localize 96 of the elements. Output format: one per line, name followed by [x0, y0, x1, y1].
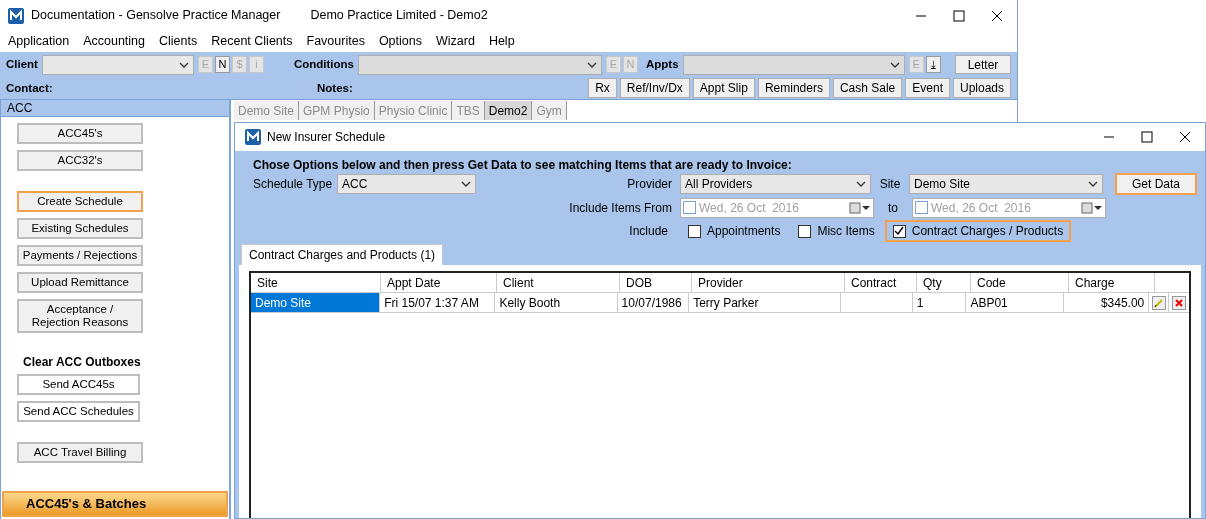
column-header[interactable]: Charge: [1069, 273, 1155, 292]
dropdown-caret-icon: [889, 61, 900, 68]
checkbox[interactable]: [892, 224, 906, 238]
column-header[interactable]: Client: [497, 273, 620, 292]
table-cell: Kelly Booth: [495, 293, 618, 312]
column-header[interactable]: DOB: [620, 273, 692, 292]
toolbar-button[interactable]: Event: [905, 78, 950, 99]
menu-item[interactable]: Clients: [159, 32, 198, 51]
sidebar-button[interactable]: ACC45's: [17, 123, 143, 144]
maximize-icon[interactable]: [953, 9, 965, 22]
dropdown-field[interactable]: ACC: [337, 174, 476, 194]
column-header[interactable]: Code: [971, 273, 1069, 292]
panel-footer-button[interactable]: ACC45's & Batches: [2, 491, 228, 517]
tab[interactable]: Contract Charges and Products (1): [241, 244, 444, 265]
dropdown-caret-icon: [461, 181, 471, 187]
sidebar-button[interactable]: Payments / Rejections: [17, 245, 143, 266]
column-header[interactable]: Site: [251, 273, 381, 292]
section-heading: Clear ACC Outboxes: [22, 354, 141, 371]
sidebar-button[interactable]: Send ACC45s: [17, 374, 140, 395]
conditions-label: Conditions: [293, 57, 354, 73]
dropdown-caret-icon: [856, 181, 866, 187]
checkbox[interactable]: [683, 201, 696, 214]
sidebar-button[interactable]: ACC Travel Billing: [17, 442, 143, 463]
sidebar-button[interactable]: Existing Schedules: [17, 218, 143, 239]
notes-label: Notes:: [317, 80, 353, 96]
close-icon[interactable]: [1179, 131, 1191, 143]
delete-icon[interactable]: [1172, 295, 1187, 310]
client-label: Client: [6, 57, 38, 73]
app-logo-icon: [245, 129, 261, 145]
small-button[interactable]: ⤓: [925, 56, 941, 74]
letter-button[interactable]: Letter: [955, 55, 1011, 75]
column-header[interactable]: Qty: [917, 273, 971, 292]
field-label: Site: [878, 176, 902, 193]
include-checkbox[interactable]: Contract Charges / Products: [884, 220, 1072, 242]
window-title: Documentation - Gensolve Practice Manager: [31, 7, 281, 25]
include-checkbox[interactable]: Misc Items: [790, 220, 883, 242]
site-tab[interactable]: Demo2: [484, 101, 533, 120]
dropdown-caret-icon: [178, 61, 189, 68]
toolbar-button[interactable]: Rx: [588, 78, 617, 99]
field-label: to: [887, 199, 899, 217]
table-cell: Demo Site: [251, 293, 381, 312]
dropdown-caret-icon: [587, 61, 597, 68]
checkbox[interactable]: [688, 224, 701, 238]
menu-item[interactable]: Recent Clients: [211, 32, 293, 51]
calendar-icon[interactable]: [849, 201, 871, 214]
table-cell: 1: [912, 293, 967, 312]
dropdown-field[interactable]: Demo Site: [909, 174, 1103, 194]
menu-item[interactable]: Help: [488, 32, 515, 51]
maximize-icon[interactable]: [1141, 131, 1153, 143]
sidebar-button[interactable]: Create Schedule: [17, 191, 143, 212]
small-button[interactable]: N: [214, 56, 230, 74]
table-cell: 10/07/1986: [617, 293, 690, 312]
practice-title: Demo Practice Limited - Demo2: [310, 7, 488, 25]
checkbox[interactable]: [798, 224, 812, 238]
menu-item[interactable]: Options: [378, 32, 422, 51]
field-label: Include: [628, 223, 669, 240]
menu-item[interactable]: Favourites: [306, 32, 365, 51]
column-header[interactable]: Provider: [692, 273, 845, 292]
calendar-icon[interactable]: [1081, 201, 1103, 214]
appts-label: Appts: [646, 57, 679, 73]
include-checkbox[interactable]: Appointments: [680, 220, 789, 242]
field-label: Schedule Type: [253, 176, 334, 193]
toolbar-button[interactable]: Appt Slip: [692, 78, 755, 99]
toolbar-button[interactable]: Uploads: [952, 78, 1011, 99]
get-data-button[interactable]: Get Data: [1115, 173, 1197, 195]
menu-item[interactable]: Wizard: [436, 32, 475, 51]
dropdown-field[interactable]: [682, 54, 905, 75]
dropdown-caret-icon: [1088, 181, 1098, 187]
table-cell: ABP01: [966, 293, 1064, 312]
edit-pencil-icon[interactable]: [1151, 295, 1166, 310]
dialog-title: New Insurer Schedule: [267, 129, 386, 146]
menu-item[interactable]: Application: [8, 32, 70, 51]
panel-header: ACC: [1, 100, 229, 117]
dropdown-field[interactable]: [358, 54, 602, 75]
sidebar-button[interactable]: Acceptance / Rejection Reasons: [17, 299, 143, 333]
field-label: Include Items From: [568, 199, 673, 217]
toolbar-button[interactable]: Reminders: [757, 78, 830, 99]
menu-item[interactable]: Accounting: [83, 32, 145, 51]
dropdown-field[interactable]: All Providers: [680, 174, 871, 194]
app-logo-icon: [8, 7, 24, 24]
table-cell: Fri 15/07 1:37 AM: [380, 293, 496, 312]
sidebar-button[interactable]: Upload Remittance: [17, 272, 143, 293]
sidebar-button[interactable]: Send ACC Schedules: [17, 401, 140, 422]
toolbar-button[interactable]: Cash Sale: [832, 78, 903, 99]
instruction-text: Chose Options below and then press Get Data to see matching Items that are ready to Invoice:: [253, 157, 793, 172]
toolbar-button[interactable]: Ref/Inv/Dx: [619, 78, 690, 99]
checkbox[interactable]: [915, 201, 928, 214]
table-cell: Terry Parker: [689, 293, 842, 312]
column-header[interactable]: Appt Date: [381, 273, 497, 292]
sidebar-button[interactable]: ACC32's: [17, 150, 143, 171]
contact-label: Contact:: [6, 80, 54, 96]
close-icon[interactable]: [991, 9, 1003, 22]
column-header[interactable]: Contract: [845, 273, 917, 292]
field-label: Provider: [626, 176, 673, 193]
table-cell: $345.00: [1063, 293, 1150, 312]
dropdown-field[interactable]: [41, 54, 194, 75]
